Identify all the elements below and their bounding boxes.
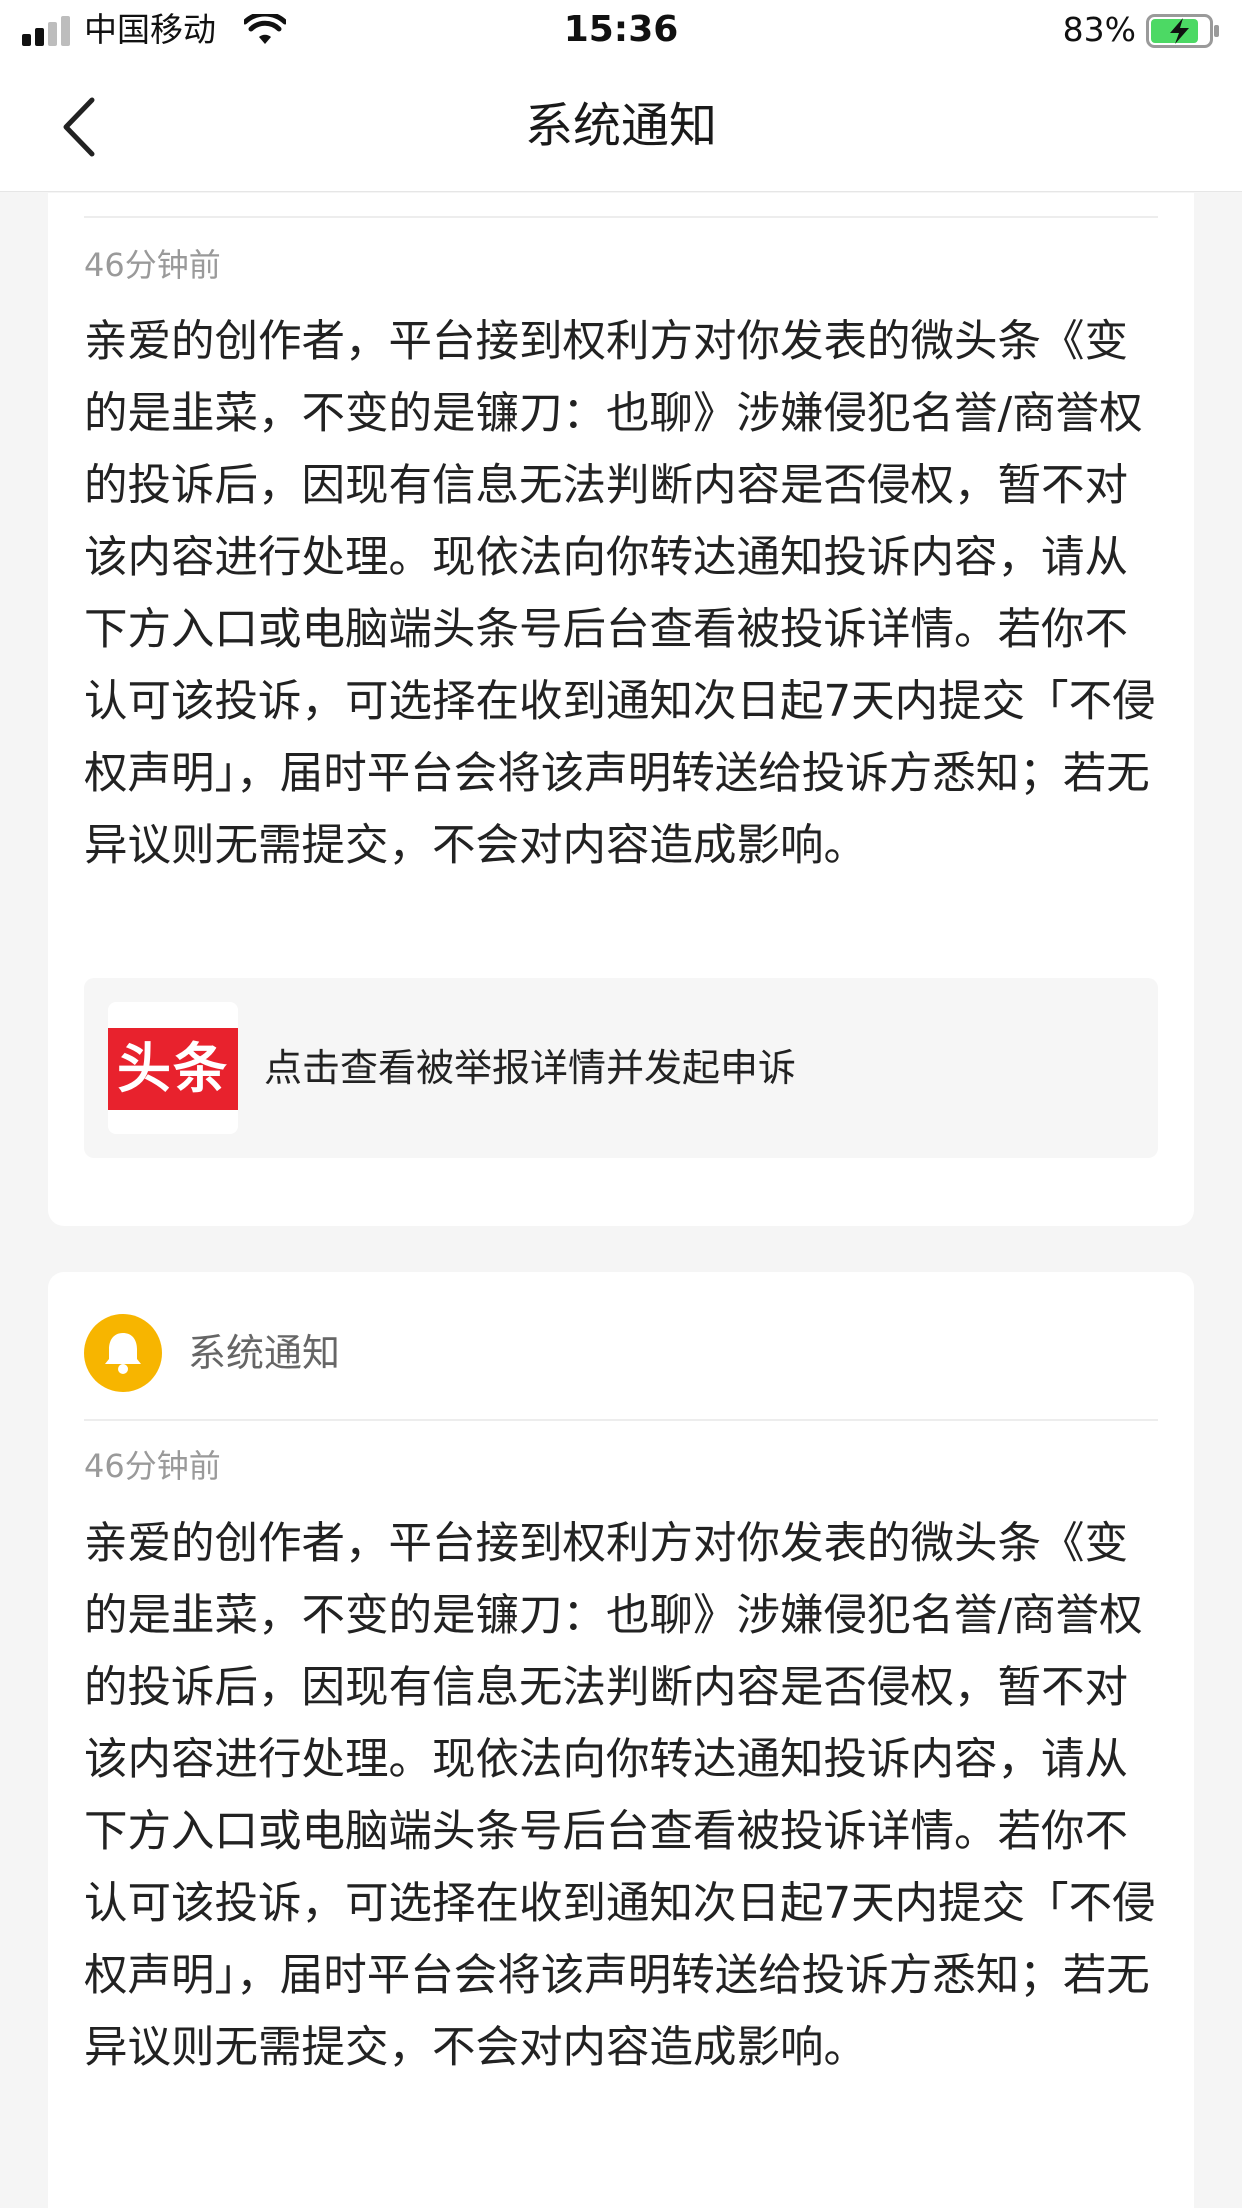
card-divider bbox=[84, 1419, 1158, 1421]
toutiao-logo-text: 头条 bbox=[108, 1028, 238, 1110]
notification-header: 系统通知 bbox=[84, 1308, 1158, 1394]
card-divider bbox=[84, 216, 1158, 218]
nav-bar: 系统通知 bbox=[0, 62, 1242, 192]
watermark-overlay bbox=[420, 2078, 526, 2124]
toutiao-logo: 头条 bbox=[108, 1002, 238, 1134]
battery-percent: 83% bbox=[1062, 10, 1136, 49]
notification-time: 46分钟前 bbox=[84, 1447, 221, 1485]
status-time: 15:36 bbox=[563, 9, 679, 50]
notification-card: 46分钟前 亲爱的创作者，平台接到权利方对你发表的微头条《变的是韭菜，不变的是镰… bbox=[48, 193, 1194, 1226]
notification-list[interactable]: 46分钟前 亲爱的创作者，平台接到权利方对你发表的微头条《变的是韭菜，不变的是镰… bbox=[0, 193, 1242, 2208]
notification-body: 亲爱的创作者，平台接到权利方对你发表的微头条《变的是韭菜，不变的是镰刀：也聊》涉… bbox=[84, 317, 1156, 871]
page-title: 系统通知 bbox=[524, 98, 717, 154]
notification-sender: 系统通知 bbox=[188, 1331, 341, 1375]
status-bar: 中国移动 15:36 83% bbox=[0, 0, 1242, 62]
notification-body: 亲爱的创作者，平台接到权利方对你发表的微头条《变的是韭菜，不变的是镰刀：也聊》涉… bbox=[84, 1519, 1156, 2073]
watermark-overlay bbox=[232, 2078, 382, 2124]
notification-card: 系统通知 46分钟前 亲爱的创作者，平台接到权利方对你发表的微头条《变的是韭菜，… bbox=[48, 1272, 1194, 2208]
report-detail-label: 点击查看被举报详情并发起申诉 bbox=[264, 1046, 797, 1090]
bell-icon bbox=[84, 1314, 162, 1392]
notification-time: 46分钟前 bbox=[84, 246, 221, 284]
report-detail-entry[interactable]: 头条 点击查看被举报详情并发起申诉 bbox=[84, 978, 1158, 1158]
battery-charging-icon bbox=[1146, 14, 1219, 48]
